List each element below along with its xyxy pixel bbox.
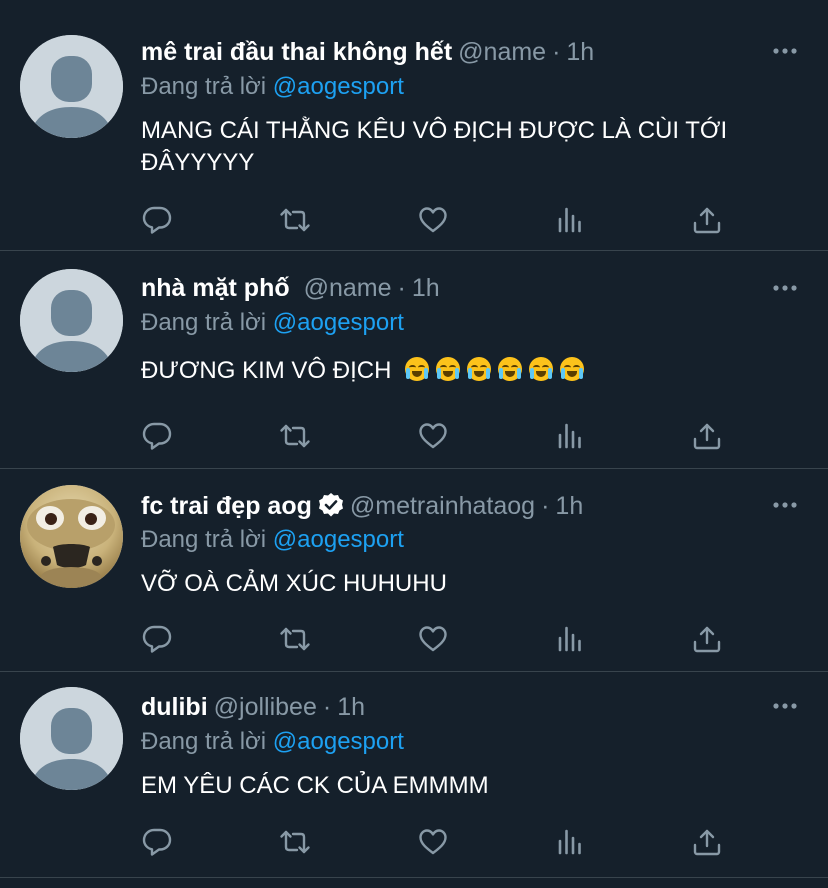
like-icon[interactable] xyxy=(417,421,449,451)
avatar[interactable] xyxy=(20,269,123,372)
more-icon[interactable] xyxy=(772,501,798,509)
tweet-text-content: ĐƯƠNG KIM VÔ ĐỊCH xyxy=(141,357,392,384)
reply-context: Đang trả lời @aogesport xyxy=(141,308,404,338)
reply-mention[interactable]: @aogesport xyxy=(273,309,404,336)
share-icon[interactable] xyxy=(691,624,723,654)
tweet-text: VỠ OÀ CẢM XÚC HUHUHU xyxy=(141,570,447,597)
analytics-icon[interactable] xyxy=(554,205,586,235)
display-name[interactable]: fc trai đẹp aog xyxy=(141,492,312,520)
more-icon[interactable] xyxy=(772,47,798,55)
more-icon[interactable] xyxy=(772,702,798,710)
separator: · xyxy=(322,693,332,721)
handle[interactable]: @name xyxy=(304,274,392,302)
default-avatar-icon xyxy=(20,269,123,372)
reply-icon[interactable] xyxy=(141,205,173,235)
tweet-header: nhà mặt phố @name · 1h xyxy=(141,273,758,303)
timestamp[interactable]: 1h xyxy=(555,492,583,520)
tweet-header: fc trai đẹp aog @metrainhataog · 1h xyxy=(141,491,758,521)
like-icon[interactable] xyxy=(417,205,449,235)
reply-icon[interactable] xyxy=(141,421,173,451)
retweet-icon[interactable] xyxy=(279,827,311,857)
loudly-crying-face-emoji xyxy=(529,357,554,381)
share-icon[interactable] xyxy=(691,421,723,451)
tweet-text: MANG CÁI THẰNG KÊU VÔ ĐỊCH ĐƯỢC LÀ CÙI T… xyxy=(141,117,728,176)
analytics-icon[interactable] xyxy=(554,624,586,654)
like-icon[interactable] xyxy=(417,624,449,654)
tweet-header: dulibi @jollibee · 1h xyxy=(141,692,758,722)
loudly-crying-face-emoji xyxy=(405,357,430,381)
avatar[interactable] xyxy=(20,485,123,588)
display-name[interactable]: nhà mặt phố xyxy=(141,274,290,302)
reply-context: Đang trả lời @aogesport xyxy=(141,72,404,102)
reply-prefix: Đang trả lời xyxy=(141,728,267,755)
reply-icon[interactable] xyxy=(141,624,173,654)
default-avatar-icon xyxy=(20,687,123,790)
action-bar xyxy=(141,827,828,857)
share-icon[interactable] xyxy=(691,827,723,857)
loudly-crying-face-emoji xyxy=(498,357,523,381)
separator: · xyxy=(397,274,406,302)
tweet-header: mê trai đầu thai không hết @name · 1h xyxy=(141,37,758,67)
tweet[interactable]: dulibi @jollibee · 1h Đang trả lời @aogespo… xyxy=(0,672,828,878)
tweet-text: EM YÊU CÁC CK CỦA EMMMM xyxy=(141,772,489,799)
like-icon[interactable] xyxy=(417,827,449,857)
separator: · xyxy=(552,38,561,66)
reply-prefix: Đang trả lời xyxy=(141,73,267,100)
timestamp[interactable]: 1h xyxy=(566,38,594,66)
reply-prefix: Đang trả lời xyxy=(141,309,267,336)
avatar[interactable] xyxy=(20,35,123,138)
loudly-crying-face-emoji xyxy=(467,357,492,381)
tweet-text: ĐƯƠNG KIM VÔ ĐỊCH xyxy=(141,355,788,387)
action-bar xyxy=(141,624,828,654)
default-avatar-icon xyxy=(20,35,123,138)
reply-mention[interactable]: @aogesport xyxy=(273,73,404,100)
loudly-crying-face-emoji xyxy=(560,357,585,381)
more-icon[interactable] xyxy=(772,284,798,292)
timestamp[interactable]: 1h xyxy=(337,693,365,721)
action-bar xyxy=(141,421,828,451)
separator: · xyxy=(541,492,550,520)
avatar[interactable] xyxy=(20,687,123,790)
analytics-icon[interactable] xyxy=(554,421,586,451)
retweet-icon[interactable] xyxy=(279,421,311,451)
reply-mention[interactable]: @aogesport xyxy=(273,526,404,553)
reply-mention[interactable]: @aogesport xyxy=(273,728,404,755)
action-bar xyxy=(141,205,828,235)
display-name[interactable]: mê trai đầu thai không hết xyxy=(141,38,452,66)
verified-badge-icon xyxy=(318,493,343,517)
loudly-crying-face-emoji xyxy=(436,357,461,381)
handle[interactable]: @metrainhataog xyxy=(350,492,535,520)
tweet[interactable]: mê trai đầu thai không hết @name · 1h Đang … xyxy=(0,0,828,251)
tweet[interactable]: nhà mặt phố @name · 1h Đang trả lời @aogesp… xyxy=(0,251,828,469)
retweet-icon[interactable] xyxy=(279,205,311,235)
photo-avatar-icon xyxy=(20,485,123,588)
reply-prefix: Đang trả lời xyxy=(141,526,267,553)
retweet-icon[interactable] xyxy=(279,624,311,654)
tweet[interactable]: fc trai đẹp aog @metrainhataog · 1h Đang tr… xyxy=(0,469,828,672)
reply-context: Đang trả lời @aogesport xyxy=(141,525,404,555)
display-name[interactable]: dulibi xyxy=(141,693,208,721)
handle[interactable]: @jollibee xyxy=(214,693,317,721)
analytics-icon[interactable] xyxy=(554,827,586,857)
reply-icon[interactable] xyxy=(141,827,173,857)
reply-context: Đang trả lời @aogesport xyxy=(141,727,404,757)
handle[interactable]: @name xyxy=(458,38,546,66)
share-icon[interactable] xyxy=(691,205,723,235)
timestamp[interactable]: 1h xyxy=(412,274,440,302)
